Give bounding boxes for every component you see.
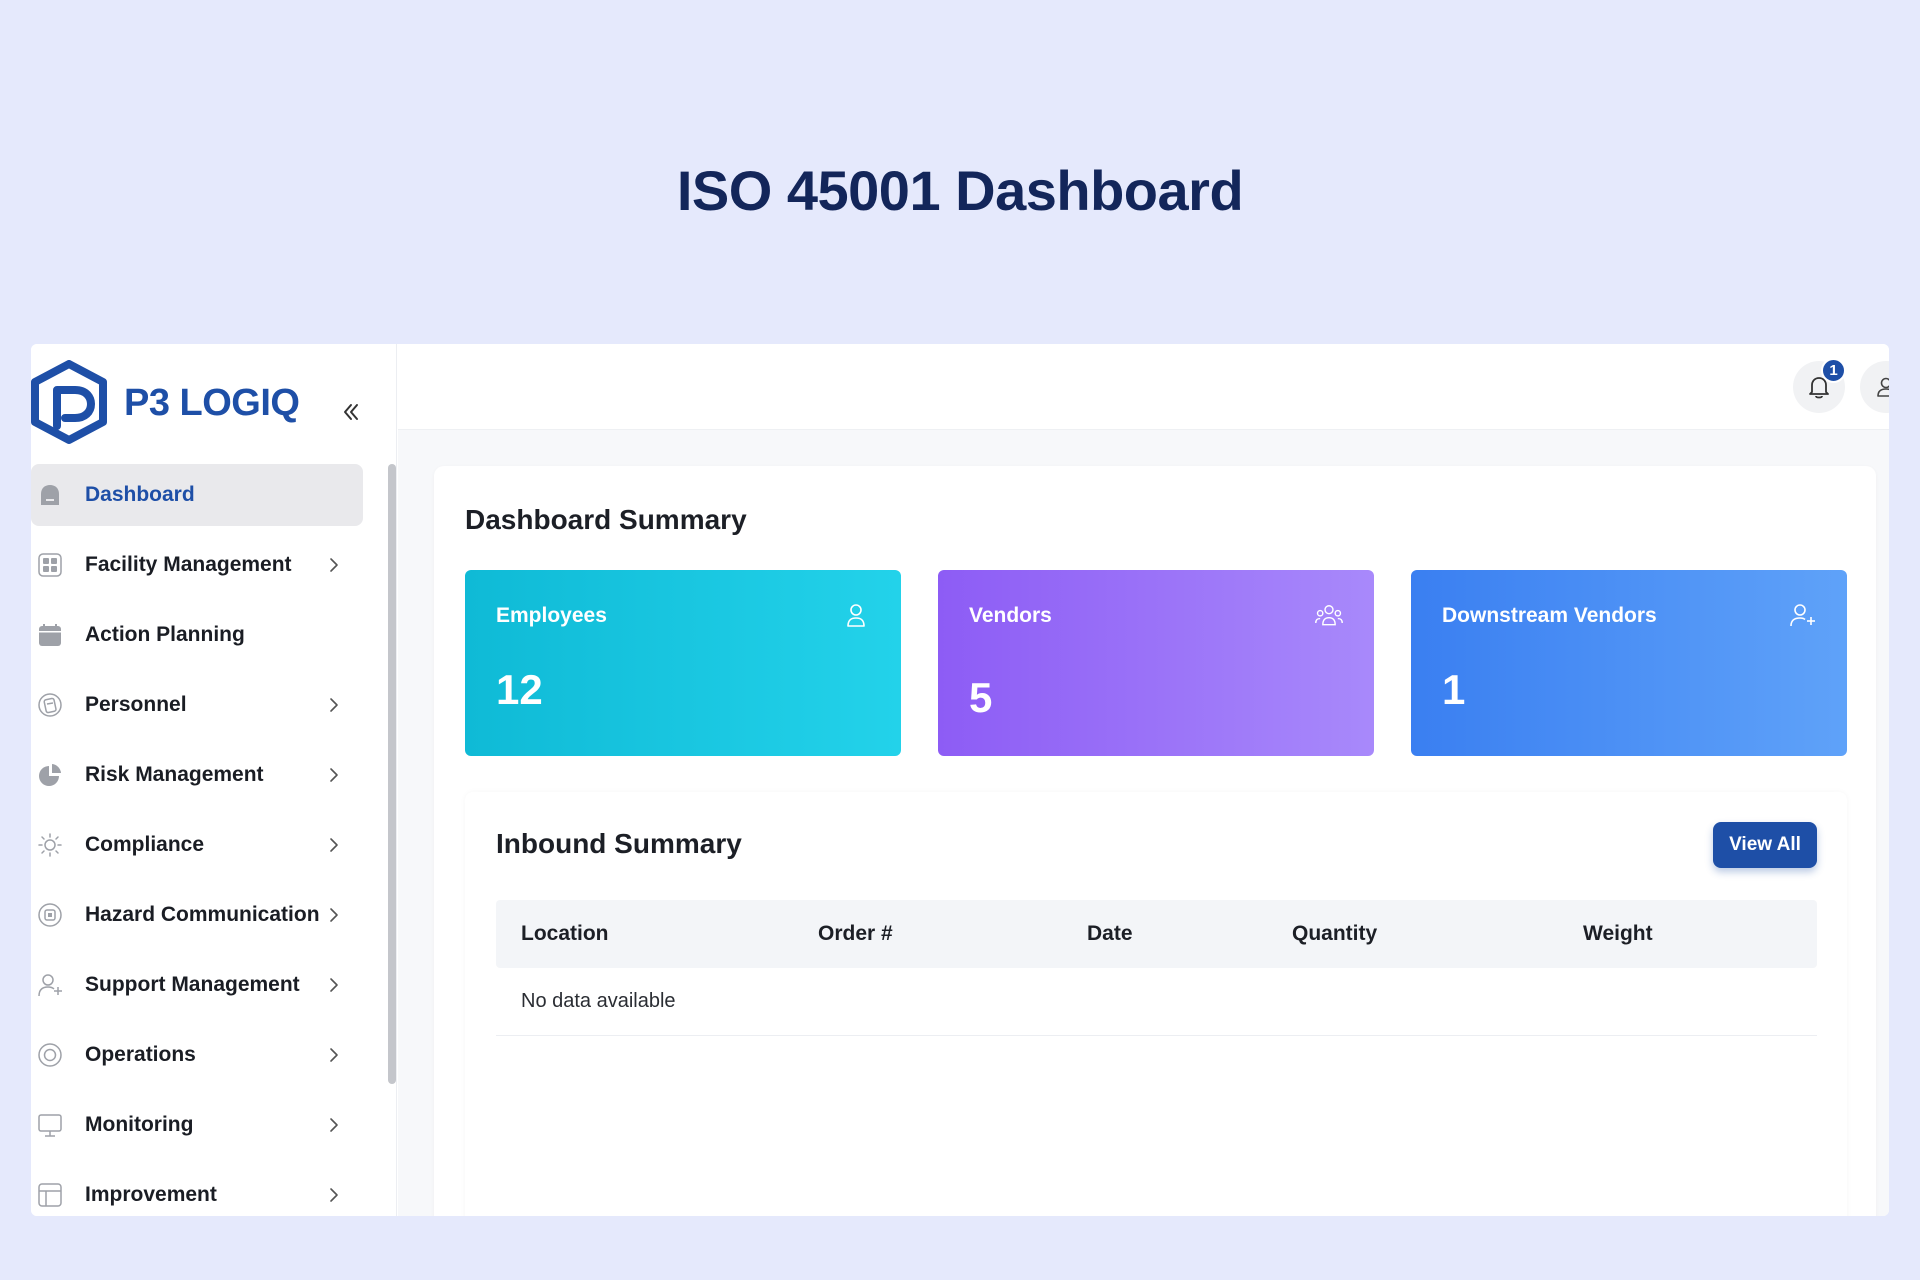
sun-icon [37, 832, 63, 858]
column-header-location[interactable]: Location [521, 922, 609, 946]
home-icon [37, 482, 63, 508]
monitor-icon [37, 1112, 63, 1138]
sidebar-item-label: Risk Management [85, 763, 264, 786]
profile-button[interactable] [1860, 361, 1889, 413]
user-icon [1877, 377, 1889, 397]
chip-icon [37, 902, 63, 928]
table-row: No data available [496, 968, 1817, 1036]
stat-label: Vendors [969, 604, 1052, 627]
vendors-stat-card[interactable]: Vendors 5 [938, 570, 1374, 756]
sidebar-item-label: Facility Management [85, 553, 292, 576]
stat-label: Employees [496, 604, 607, 627]
logo-icon [31, 360, 107, 444]
brand: P3 LOGIQ [31, 360, 397, 450]
stat-value: 5 [969, 674, 993, 721]
sidebar-scrollbar[interactable] [388, 464, 396, 1084]
brand-name: P3 LOGIQ [124, 382, 300, 424]
empty-state-text: No data available [521, 990, 676, 1012]
sidebar-item-label: Action Planning [85, 623, 245, 646]
dashboard-summary-title: Dashboard Summary [465, 504, 747, 535]
column-header-order[interactable]: Order # [818, 922, 893, 946]
user-plus-icon [37, 972, 63, 998]
calendar-icon [37, 622, 63, 648]
sidebar-item-facility-management[interactable]: Facility Management [31, 534, 363, 596]
inbound-summary-panel: Inbound Summary View All Location Order … [465, 792, 1847, 1216]
user-icon [847, 604, 865, 627]
inbound-summary-title: Inbound Summary [496, 828, 742, 859]
employees-stat-card[interactable]: Employees 12 [465, 570, 901, 756]
stat-label: Downstream Vendors [1442, 604, 1657, 627]
users-icon [1315, 605, 1343, 626]
pie-chart-icon [37, 762, 63, 788]
chevron-right-icon [330, 1118, 338, 1132]
sidebar-item-label: Improvement [85, 1183, 217, 1206]
sidebar-item-label: Support Management [85, 973, 300, 996]
stat-value: 12 [496, 666, 543, 713]
dashboard-summary-card: Dashboard Summary Employees 12 Vendors 5… [434, 466, 1876, 1216]
grid-icon [37, 552, 63, 578]
chevron-right-icon [330, 1188, 338, 1202]
downstream-vendors-stat-card[interactable]: Downstream Vendors 1 [1411, 570, 1847, 756]
sidebar-item-label: Hazard Communication [85, 903, 320, 926]
sidebar-item-label: Compliance [85, 833, 205, 856]
page-heading: ISO 45001 Dashboard [676, 159, 1244, 222]
main-content: Dashboard Summary Employees 12 Vendors 5… [398, 430, 1889, 1216]
target-icon [37, 1042, 63, 1068]
chevron-right-icon [330, 698, 338, 712]
collapse-sidebar-button[interactable] [333, 394, 369, 430]
sidebar-item-dashboard[interactable]: Dashboard [31, 464, 363, 526]
table-header: Location Order # Date Quantity Weight [496, 900, 1817, 968]
sidebar-item-label: Dashboard [85, 483, 195, 506]
sidebar-item-action-planning[interactable]: Action Planning [31, 604, 363, 666]
chevron-right-icon [330, 558, 338, 572]
layout-icon [37, 1182, 63, 1208]
user-plus-icon [1790, 604, 1815, 627]
sidebar-item-label: Operations [85, 1043, 196, 1066]
sidebar-item-support-management[interactable]: Support Management [31, 954, 363, 1016]
double-chevron-left-icon [344, 404, 358, 420]
column-header-weight[interactable]: Weight [1583, 922, 1653, 946]
chevron-right-icon [330, 838, 338, 852]
column-header-quantity[interactable]: Quantity [1292, 922, 1377, 946]
sidebar-item-personnel[interactable]: Personnel [31, 674, 363, 736]
sidebar-item-monitoring[interactable]: Monitoring [31, 1094, 363, 1156]
sidebar-item-compliance[interactable]: Compliance [31, 814, 363, 876]
sidebar-item-operations[interactable]: Operations [31, 1024, 363, 1086]
app-window: P3 LOGIQ Dashboard Facility Management A… [31, 344, 1889, 1216]
notification-badge: 1 [1821, 358, 1846, 383]
view-all-button[interactable]: View All [1713, 822, 1817, 868]
stat-value: 1 [1442, 666, 1466, 713]
sidebar-item-label: Monitoring [85, 1113, 194, 1136]
sidebar-nav: Dashboard Facility Management Action Pla… [31, 464, 371, 1216]
sidebar-item-label: Personnel [85, 693, 187, 716]
chevron-right-icon [330, 1048, 338, 1062]
chevron-right-icon [330, 978, 338, 992]
chevron-right-icon [330, 908, 338, 922]
chevron-right-icon [330, 768, 338, 782]
column-header-date[interactable]: Date [1087, 922, 1133, 946]
topbar: 1 [398, 344, 1889, 430]
sidebar-item-improvement[interactable]: Improvement [31, 1164, 363, 1216]
id-badge-icon [37, 692, 63, 718]
sidebar-item-risk-management[interactable]: Risk Management [31, 744, 363, 806]
sidebar: P3 LOGIQ Dashboard Facility Management A… [31, 344, 397, 1216]
sidebar-item-hazard-communication[interactable]: Hazard Communication [31, 884, 363, 946]
